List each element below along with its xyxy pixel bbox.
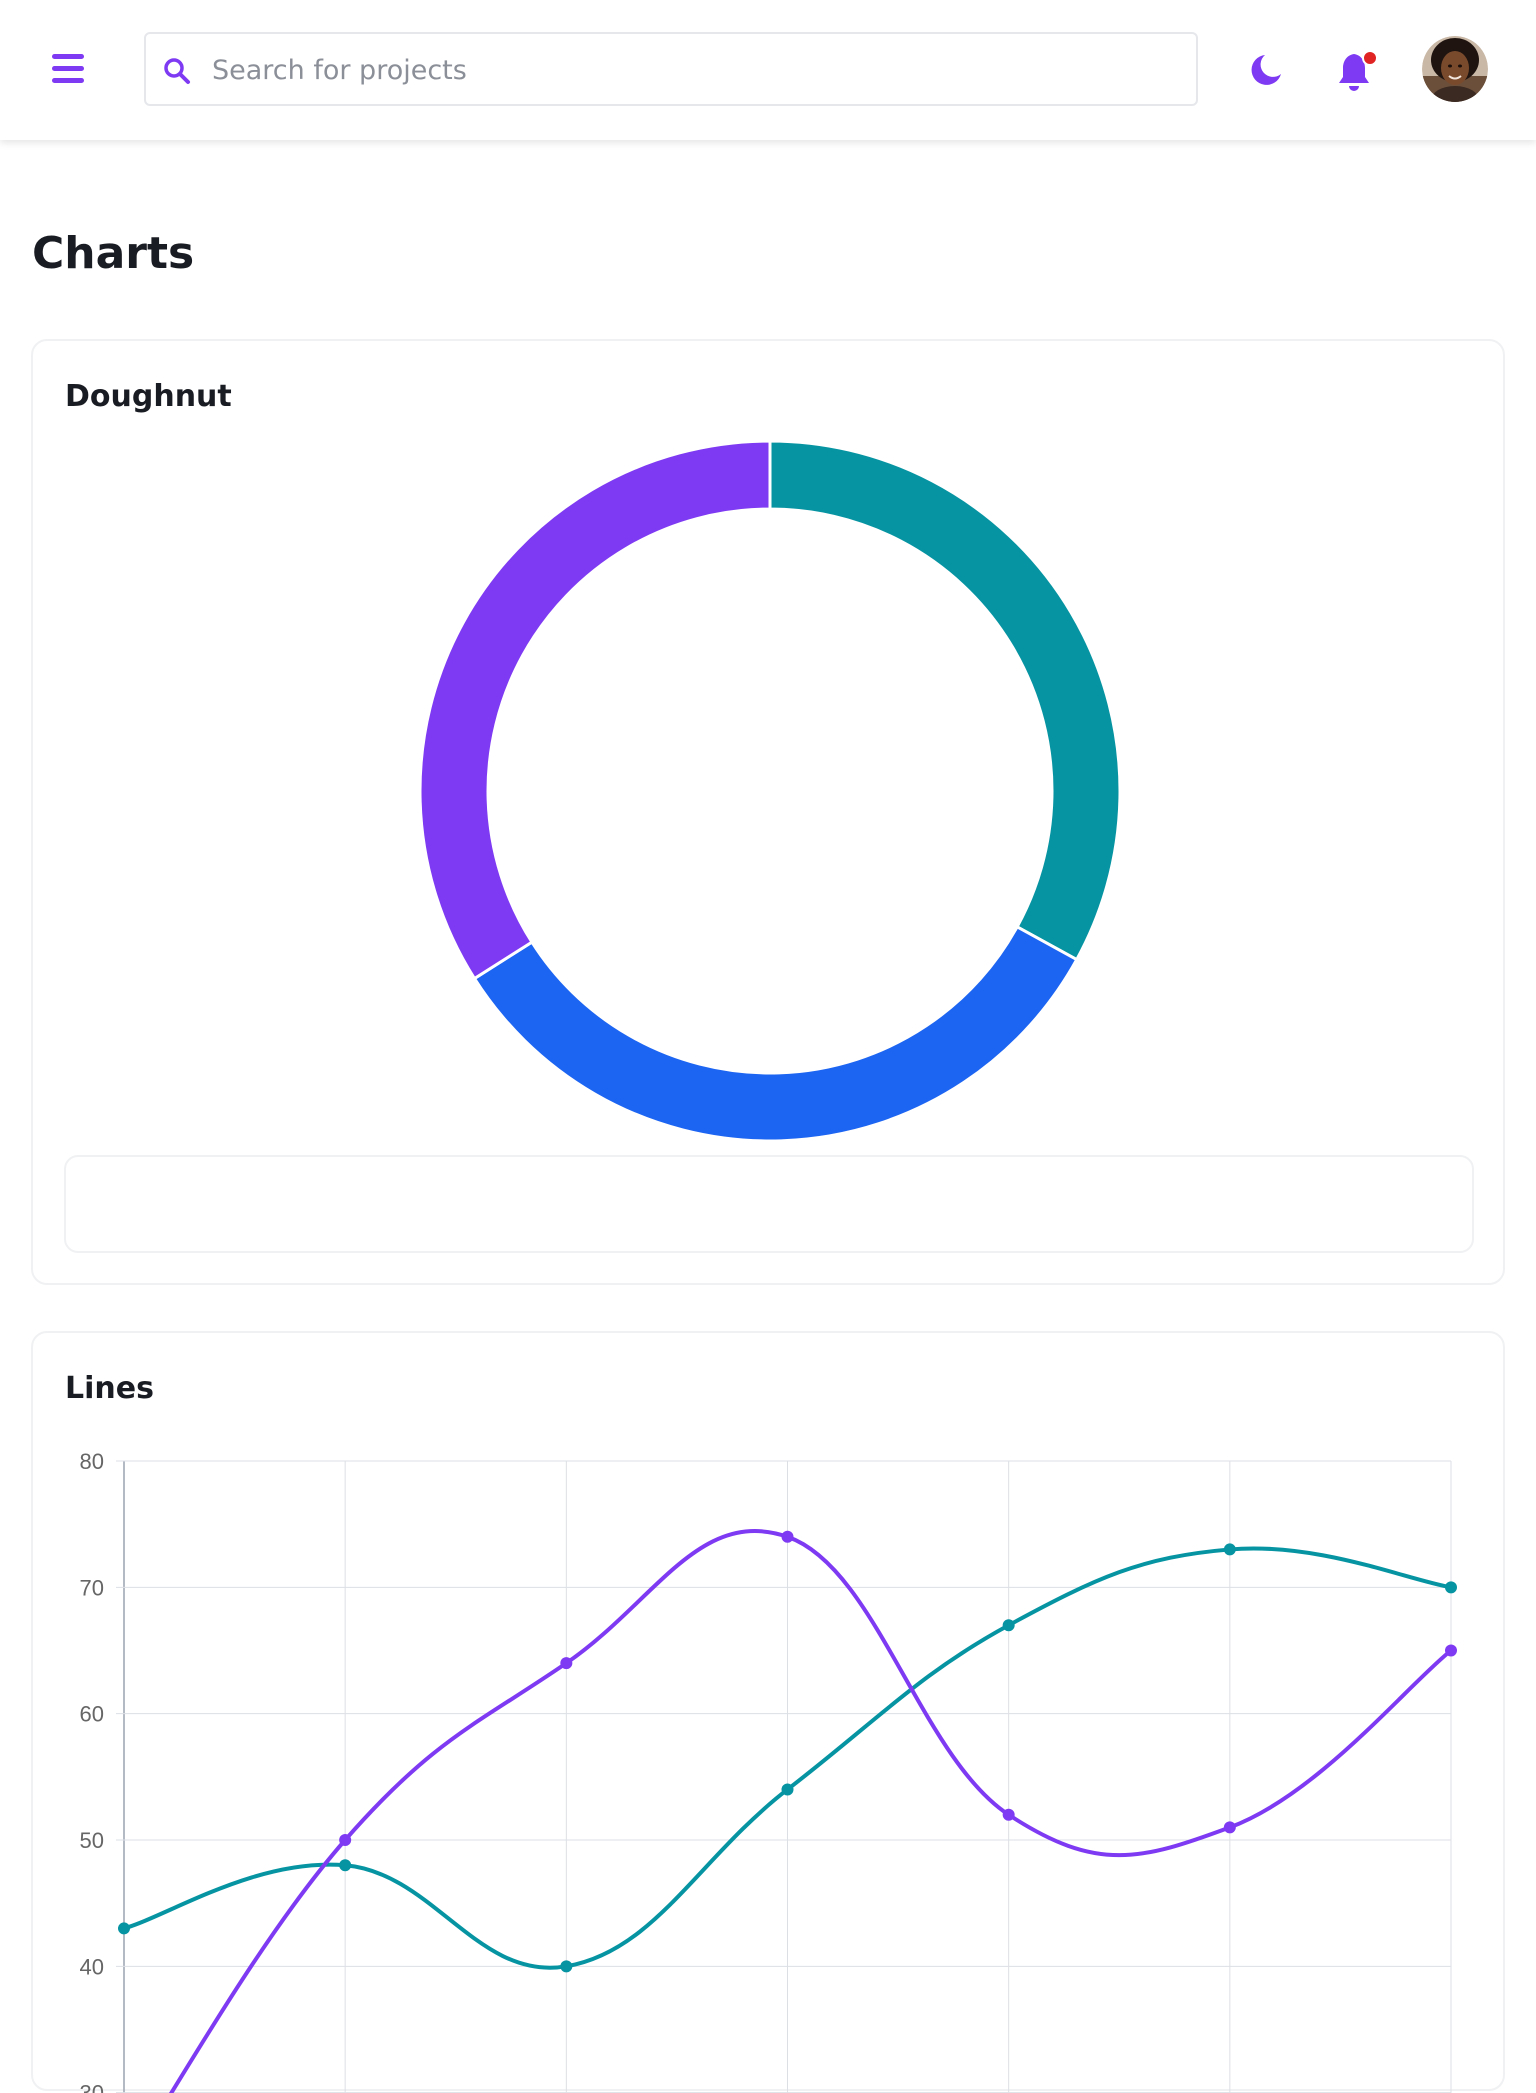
y-tick-label: 30 (80, 2081, 104, 2093)
doughnut-slice[interactable] (420, 441, 772, 981)
data-point[interactable] (1445, 1644, 1457, 1657)
data-point[interactable] (1223, 1543, 1236, 1556)
moon-icon[interactable] (1248, 52, 1284, 88)
y-tick-label: 70 (80, 1575, 104, 1600)
y-tick-label: 40 (80, 1954, 104, 1979)
y-tick-label: 60 (80, 1702, 104, 1727)
doughnut-slice[interactable] (472, 924, 1079, 1141)
doughnut-slice[interactable] (768, 441, 1120, 962)
user-avatar[interactable] (1422, 36, 1488, 102)
doughnut-legend (64, 1155, 1474, 1253)
data-point[interactable] (339, 1859, 352, 1872)
data-point[interactable] (1002, 1808, 1015, 1821)
data-point[interactable] (118, 1922, 130, 1935)
top-header (0, 0, 1536, 140)
hamburger-menu-icon[interactable] (50, 52, 94, 88)
y-tick-label: 80 (80, 1449, 104, 1474)
notification-badge (1362, 50, 1378, 66)
doughnut-card-title: Doughnut (65, 379, 232, 414)
doughnut-chart-card: Doughnut (31, 339, 1505, 1285)
data-point[interactable] (1002, 1619, 1015, 1632)
notifications-button[interactable] (1336, 50, 1378, 94)
data-point[interactable] (339, 1834, 352, 1846)
data-point[interactable] (560, 1960, 573, 1973)
search-icon (164, 58, 190, 84)
search-input[interactable] (210, 42, 1174, 98)
data-point[interactable] (781, 1783, 794, 1796)
data-point[interactable] (560, 1657, 573, 1670)
page-title: Charts (32, 228, 195, 279)
data-point[interactable] (781, 1530, 794, 1543)
y-tick-label: 50 (80, 1828, 104, 1853)
doughnut-chart (420, 441, 1120, 1141)
search-box (144, 32, 1198, 106)
line-chart: 30 40 50 60 70 80 (80, 1449, 1457, 2093)
data-point[interactable] (1445, 1581, 1457, 1594)
data-point[interactable] (1223, 1821, 1236, 1834)
lines-chart-card: Lines 304050607080 (31, 1331, 1505, 2093)
